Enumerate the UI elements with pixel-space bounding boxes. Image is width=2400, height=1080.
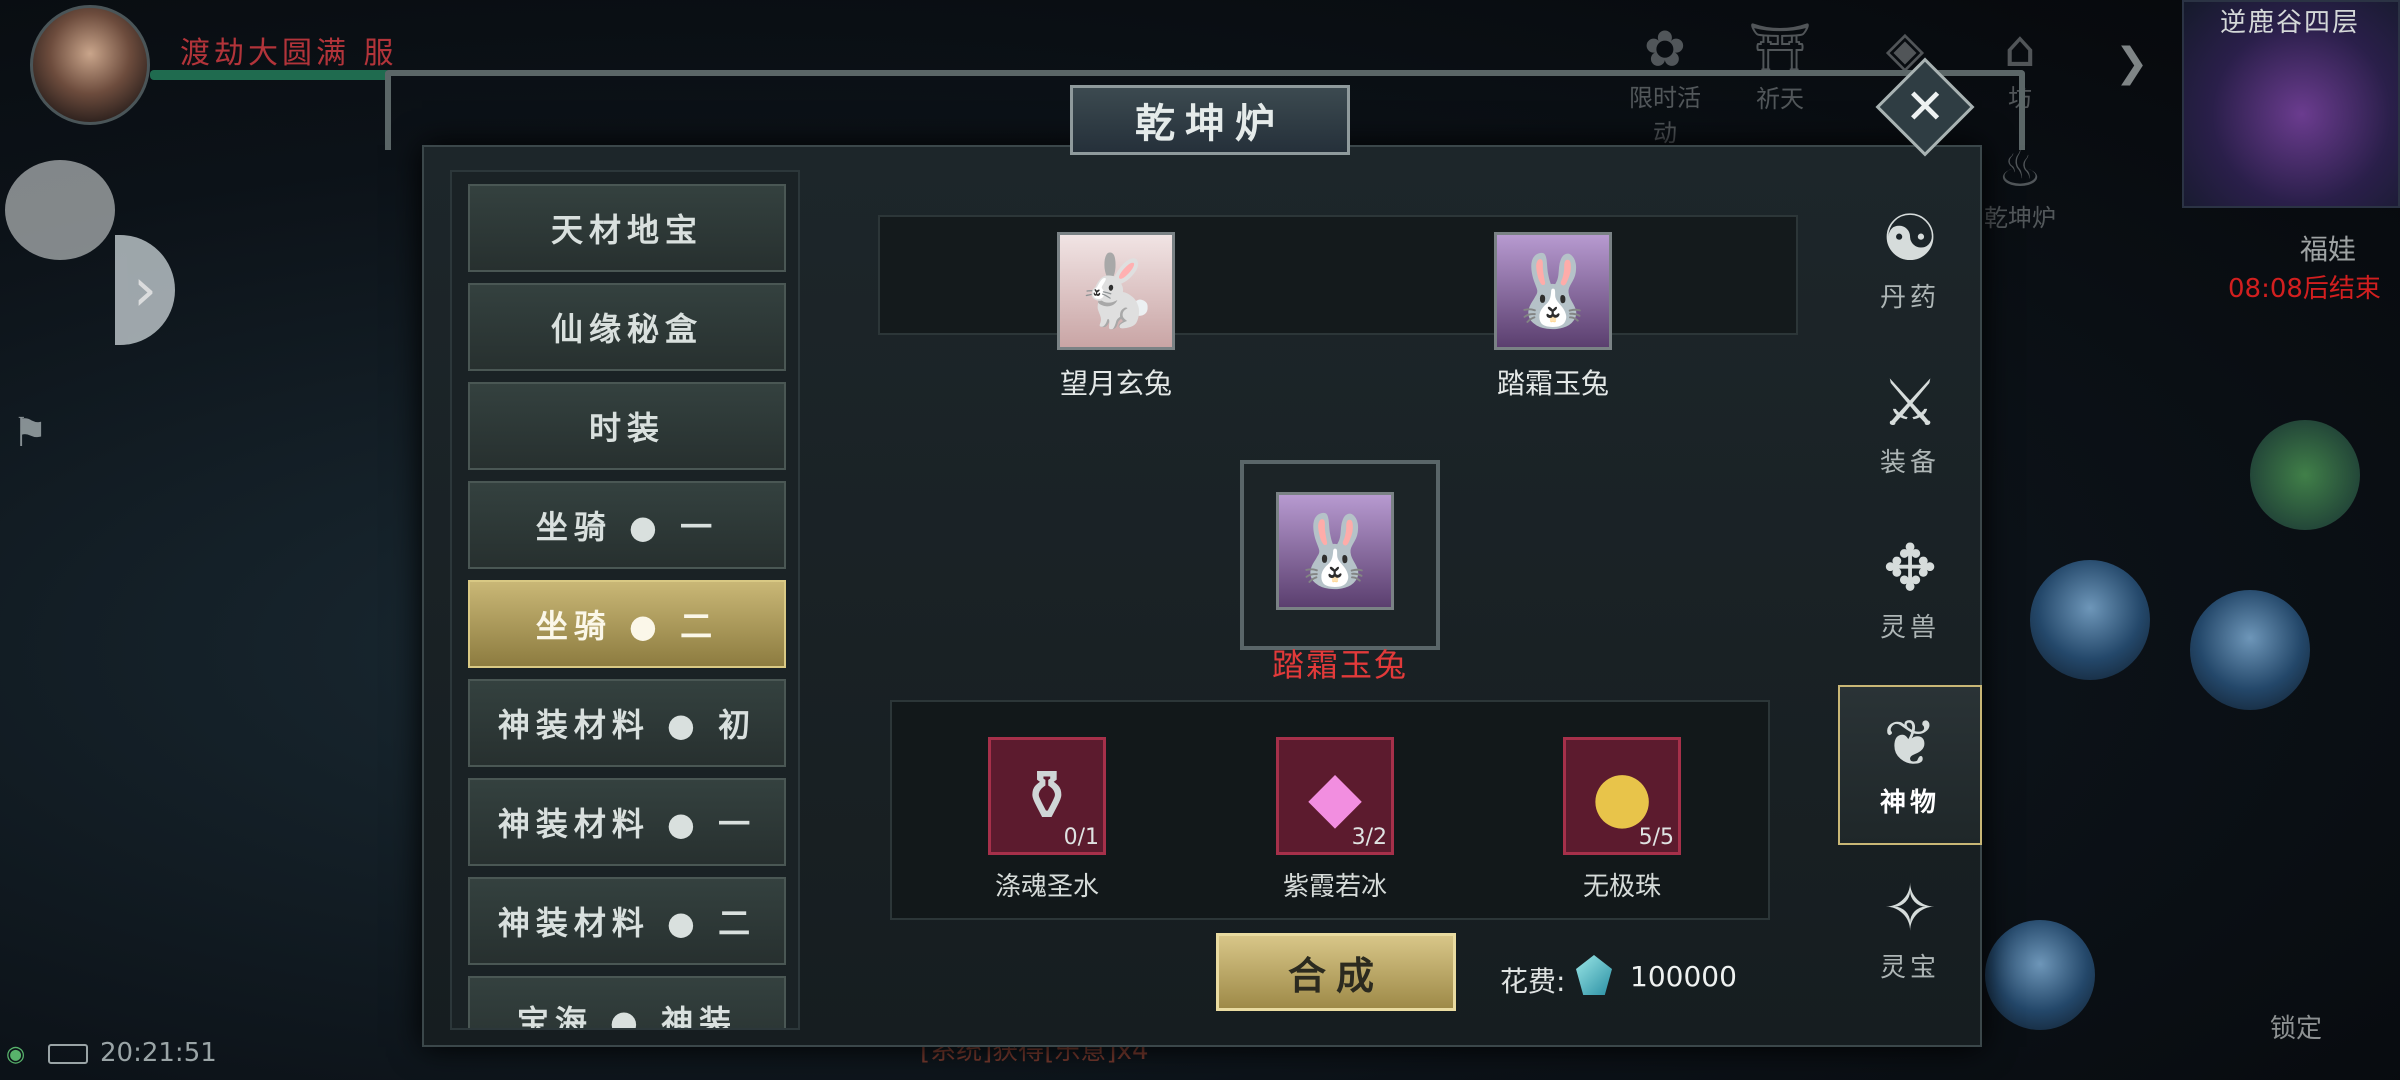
side-furnace-button[interactable]: ♨ 乾坤炉 [1975, 140, 2065, 233]
tab-artifact[interactable]: ❦ 神物 [1838, 685, 1982, 845]
player-exp-bar [150, 70, 390, 80]
tab-spirit-treasure[interactable]: ✧ 灵宝 [1838, 850, 1982, 1010]
result-name: 踏霜玉兔 [1271, 646, 1408, 684]
source-name-2: 踏霜玉兔 [1496, 367, 1609, 400]
lock-target-label[interactable]: 锁定 [2270, 1008, 2322, 1045]
cost-value: 100000 [1630, 960, 1737, 993]
material-name-2: 紫霞若冰 [1282, 872, 1387, 902]
skill-button-3[interactable] [2250, 420, 2360, 530]
dialog-title: 乾坤炉 [1135, 101, 1285, 147]
result-slot[interactable]: 🐰 [1276, 492, 1394, 610]
minimap-title: 逆鹿谷四层 [2220, 8, 2361, 38]
tab-pills[interactable]: ☯ 丹药 [1838, 180, 1982, 340]
dialog-title-plate: 乾坤炉 [1070, 85, 1350, 155]
source-name-1: 望月玄兔 [1059, 367, 1172, 400]
spear-icon: ⚔ [1881, 366, 1939, 441]
scroll-icon[interactable] [5, 160, 115, 260]
frost-rabbit-icon: 🐰 [1509, 249, 1597, 332]
frost-rabbit-icon: 🐰 [1291, 509, 1379, 592]
category-item-material-init[interactable]: 神装材料 ● 初 [468, 679, 786, 767]
material-count: 0/1 [1063, 825, 1099, 850]
material-slot-2[interactable]: ◆ 3/2 [1276, 737, 1394, 855]
rabbit-icon: 🐇 [1072, 249, 1160, 332]
swirl-icon: ✧ [1883, 871, 1937, 946]
category-item-treasure[interactable]: 天材地宝 [468, 184, 786, 272]
tab-equipment[interactable]: ⚔ 装备 [1838, 345, 1982, 505]
skill-button-2[interactable] [2190, 590, 2310, 710]
pill-bowl-icon: ☯ [1881, 201, 1939, 276]
category-item-fashion[interactable]: 时装 [468, 382, 786, 470]
source-tray [878, 215, 1798, 335]
material-name-1: 涤魂圣水 [994, 872, 1099, 902]
category-item-more[interactable]: 宝海 ● 神装 [468, 976, 786, 1028]
tab-label: 丹药 [1879, 282, 1940, 313]
category-item-material-2[interactable]: 神装材料 ● 二 [468, 877, 786, 965]
skill-button-1[interactable] [2030, 560, 2150, 680]
category-item-mount-2[interactable]: 坐骑 ● 二 [468, 580, 786, 668]
close-icon: ✕ [1904, 79, 1946, 135]
tab-label: 神物 [1879, 787, 1940, 818]
flag-icon[interactable]: ⚑ [12, 410, 48, 456]
skill-button-4[interactable] [1985, 920, 2095, 1030]
material-slot-1[interactable]: ⚱ 0/1 [988, 737, 1106, 855]
material-slot-3[interactable]: ● 5/5 [1563, 737, 1681, 855]
player-avatar[interactable] [30, 5, 150, 125]
tab-label: 灵兽 [1879, 612, 1940, 643]
event-timer: 08:08后结束 [2228, 274, 2381, 304]
source-slot-1[interactable]: 🐇 [1057, 232, 1175, 350]
cost-label: 花费: [1500, 965, 1566, 998]
category-item-material-1[interactable]: 神装材料 ● 一 [468, 778, 786, 866]
category-list[interactable]: 天材地宝 仙缘秘盒 时装 坐骑 ● 一 坐骑 ● 二 神装材料 ● 初 神装材料… [450, 170, 800, 1030]
clock: 20:21:51 [100, 1038, 217, 1068]
tab-label: 装备 [1879, 447, 1940, 478]
category-item-mount-1[interactable]: 坐骑 ● 一 [468, 481, 786, 569]
material-name-3: 无极珠 [1582, 872, 1661, 902]
material-count: 5/5 [1638, 825, 1674, 850]
chevron-right-icon[interactable]: ❯ [2115, 40, 2149, 86]
side-furnace-label: 乾坤炉 [1984, 204, 2056, 232]
category-item-box[interactable]: 仙缘秘盒 [468, 283, 786, 371]
tab-pet[interactable]: ✥ 灵兽 [1838, 510, 1982, 670]
tab-label: 灵宝 [1879, 952, 1940, 983]
battery-icon [48, 1044, 88, 1064]
paw-icon: ✥ [1883, 531, 1937, 606]
event-name: 福娃 [2300, 233, 2357, 266]
material-count: 3/2 [1351, 825, 1387, 850]
player-title: 渡劫大圆满 服 [180, 36, 398, 71]
wifi-icon: ◉ [6, 1042, 26, 1067]
tab-panel: ☯ 丹药 ⚔ 装备 ✥ 灵兽 ❦ 神物 ✧ 灵宝 [1838, 170, 1982, 1040]
synthesize-button[interactable]: 合成 [1216, 933, 1456, 1011]
source-slot-2[interactable]: 🐰 [1494, 232, 1612, 350]
fan-icon: ❦ [1883, 706, 1937, 781]
